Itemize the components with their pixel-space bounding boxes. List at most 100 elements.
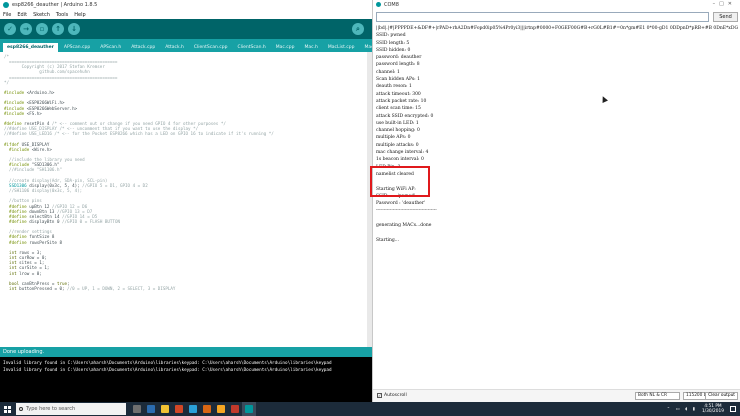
console-line: Invalid library found in C:\Users\aharsh… — [3, 368, 332, 373]
serial-line: password: deauther — [376, 55, 422, 61]
autoscroll-checkbox[interactable]: ✓ Autoscroll — [377, 393, 407, 398]
app-icon — [231, 405, 239, 413]
serial-line — [376, 215, 738, 222]
app-icon — [175, 405, 183, 413]
serial-line: Scan hidden APs: 1 — [376, 77, 420, 83]
checkbox-icon: ✓ — [377, 393, 382, 398]
tab-apscan-h[interactable]: APScan.h — [96, 43, 125, 52]
serial-line: attack packet rate: 10 — [376, 98, 427, 104]
taskbar-app-icon[interactable] — [172, 402, 186, 416]
menu-help[interactable]: Help — [74, 12, 85, 18]
taskbar: Type here to search ⌃ ▭ ◖ ▮ 4:51 PM 1/30… — [0, 402, 740, 416]
tab-apscan-cpp[interactable]: APScan.cpp — [60, 43, 94, 52]
menu-edit[interactable]: Edit — [17, 12, 27, 18]
clock-date: 1/30/2019 — [701, 409, 724, 414]
ide-tab-bar: esp8266_deauther APScan.cpp APScan.h Att… — [0, 39, 372, 52]
serial-line: mac change interval: 4 — [376, 150, 429, 156]
serial-titlebar: COM8 — [373, 0, 740, 9]
app-icon — [161, 405, 169, 413]
notification-icon[interactable] — [730, 406, 736, 412]
menu-file[interactable]: File — [3, 12, 11, 18]
arrow-down-icon: ↓ — [71, 25, 77, 33]
upload-button[interactable]: → — [20, 23, 32, 35]
serial-monitor-button[interactable]: ⌕ — [352, 23, 364, 35]
close-icon[interactable]: ✕ — [728, 1, 736, 7]
serial-send-input[interactable] — [376, 12, 709, 22]
app-icon — [147, 405, 155, 413]
tray-icons[interactable]: ⌃ ▭ ◖ ▮ — [667, 407, 697, 412]
tab-attack-cpp[interactable]: Attack.cpp — [127, 43, 159, 52]
serial-input-row: Send — [373, 11, 740, 23]
tab-maclist-h[interactable]: MacList.h — [361, 43, 373, 52]
tab-clientscan-h[interactable]: ClientScan.h — [233, 43, 269, 52]
verify-button[interactable]: ✓ — [4, 23, 16, 35]
serial-line: ---------------------------------------- — [376, 208, 437, 214]
tab-mac-h[interactable]: Mac.h — [300, 43, 321, 52]
maximize-icon[interactable]: □ — [719, 1, 728, 7]
code-editor[interactable]: /* =====================================… — [0, 52, 372, 347]
menu-tools[interactable]: Tools — [56, 12, 68, 18]
taskbar-app-icon[interactable] — [186, 402, 200, 416]
taskbar-app-icon[interactable] — [228, 402, 242, 416]
app-icon — [245, 405, 253, 413]
tab-mac-cpp[interactable]: Mac.cpp — [272, 43, 299, 52]
clock[interactable]: 4:51 PM 1/30/2019 — [702, 404, 724, 414]
tab-maclist-cpp[interactable]: MacList.cpp — [324, 43, 359, 52]
serial-line: attack SSID encrypted: 0 — [376, 113, 434, 119]
menu-sketch[interactable]: Sketch — [33, 12, 50, 18]
serial-line: SSID: pwned — [376, 33, 406, 39]
arduino-icon — [376, 2, 381, 7]
serial-line: namelist cleared — [376, 171, 414, 177]
save-button[interactable]: ↓ — [68, 23, 80, 35]
search-placeholder: Type here to search — [26, 406, 76, 412]
arrow-up-icon: ↑ — [55, 25, 61, 33]
tab-attack-h[interactable]: Attack.h — [161, 43, 188, 52]
serial-line: client scan time: 15 — [376, 106, 421, 112]
taskbar-app-icon[interactable] — [214, 402, 228, 416]
tab-esp8266-deauther[interactable]: esp8266_deauther — [3, 43, 58, 52]
autoscroll-label: Autoscroll — [384, 393, 407, 398]
ide-status-bar: Done uploading. — [0, 347, 372, 357]
serial-line: deauth reson: 1 — [376, 84, 412, 90]
serial-line: attack timeout: 300 — [376, 91, 421, 97]
line-ending-select[interactable]: Both NL & CR — [635, 392, 680, 400]
send-button[interactable]: Send — [713, 12, 738, 22]
serial-line: Password : 'deauther' — [376, 201, 426, 207]
taskbar-app-icon[interactable] — [130, 402, 144, 416]
serial-line: multiple attacks: 0 — [376, 142, 419, 148]
app-icon — [189, 405, 197, 413]
ide-titlebar: esp8266_deauther | Arduino 1.8.5 — [0, 0, 372, 10]
serial-line: channel: 1 — [376, 69, 400, 75]
new-button[interactable]: ▫ — [36, 23, 48, 35]
serial-line: 1s beacon interval: 0 — [376, 157, 424, 163]
open-button[interactable]: ↑ — [52, 23, 64, 35]
magnifier-icon: ⌕ — [356, 24, 360, 33]
serial-line: password length: 8 — [376, 62, 420, 68]
serial-line: channel hopping: 0 — [376, 128, 420, 134]
tab-clientscan-cpp[interactable]: ClientScan.cpp — [190, 43, 232, 52]
app-icon — [203, 405, 211, 413]
taskbar-app-icon[interactable] — [200, 402, 214, 416]
serial-line: LED Pin: 2 — [376, 164, 401, 170]
checkmark-icon: ✓ — [7, 25, 13, 33]
system-tray: ⌃ ▭ ◖ ▮ 4:51 PM 1/30/2019 — [667, 402, 736, 416]
serial-line — [376, 178, 738, 185]
taskbar-search[interactable]: Type here to search — [16, 403, 126, 415]
arduino-ide-window: esp8266_deauther | Arduino 1.8.5 File Ed… — [0, 0, 372, 402]
start-button[interactable] — [0, 402, 14, 416]
clear-output-button[interactable]: Clear output — [705, 392, 738, 400]
taskbar-apps — [130, 402, 256, 416]
taskbar-app-icon[interactable] — [242, 402, 256, 416]
serial-line: Starting... — [376, 237, 400, 243]
console-line: Invalid library found in C:\Users\aharsh… — [3, 361, 332, 366]
serial-line: ||bd|.|#|PPPPDE+&DF#+|rPAD+rhA2Dn#Fopd0i… — [376, 26, 738, 31]
serial-line: Starting WiFi AP: — [376, 186, 416, 192]
taskbar-app-icon[interactable] — [158, 402, 172, 416]
code-text: /* =====================================… — [4, 54, 274, 292]
ide-console: Invalid library found in C:\Users\aharsh… — [0, 357, 372, 402]
serial-output[interactable]: ||bd|.|#|PPPPDE+&DF#+|rPAD+rhA2Dn#Fopd0i… — [376, 25, 738, 385]
window-controls[interactable]: –□✕ — [713, 1, 736, 7]
taskbar-app-icon[interactable] — [144, 402, 158, 416]
serial-line: SSID : 'pwned' — [376, 193, 416, 199]
serial-line: multiple APs: 0 — [376, 135, 411, 141]
